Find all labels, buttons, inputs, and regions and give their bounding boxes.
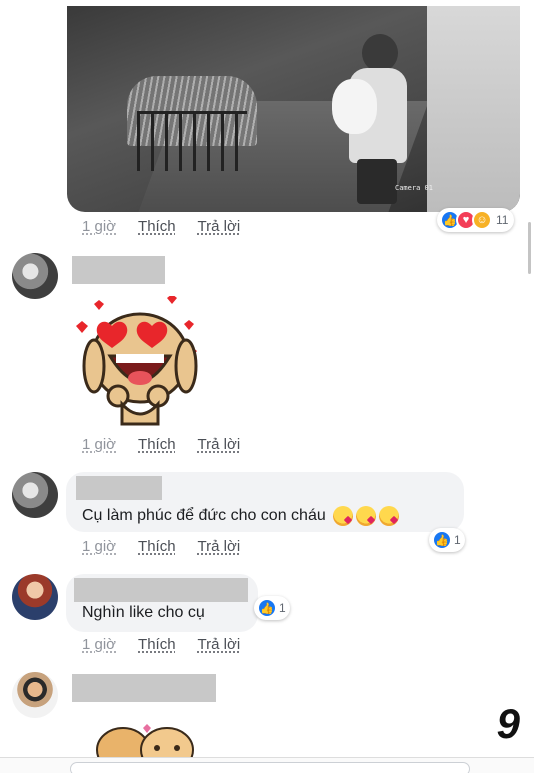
comment-actions: 1 giờ Thích Trả lời (82, 436, 262, 453)
scrollbar[interactable] (528, 222, 531, 274)
reply-link[interactable]: Trả lời (198, 436, 241, 453)
comment-text: Cụ làm phúc để đức cho con cháu (82, 506, 400, 526)
sticker-image[interactable] (72, 294, 202, 426)
kiss-emoji-icon (356, 506, 377, 526)
time-link[interactable]: 1 giờ (82, 218, 116, 235)
avatar[interactable] (12, 472, 58, 518)
post-actions: 1 giờ Thích Trả lời (82, 218, 262, 235)
comment-reactions[interactable]: 👍 1 (429, 528, 465, 552)
comment-input[interactable] (70, 762, 470, 773)
redacted-name[interactable] (76, 476, 162, 500)
redacted-name[interactable] (72, 256, 165, 284)
like-link[interactable]: Thích (138, 538, 176, 555)
comment-text: Nghìn like cho cụ (82, 604, 205, 621)
like-icon: 👍 (257, 598, 277, 618)
sticker-image[interactable] (95, 722, 195, 757)
redacted-name[interactable] (74, 578, 248, 602)
camera-label: Camera 01 (395, 184, 433, 192)
kiss-emoji-icon (333, 506, 354, 526)
time-link[interactable]: 1 giờ (82, 538, 116, 555)
haha-icon: ☺ (472, 210, 492, 230)
comment-reactions[interactable]: 👍 1 (254, 596, 290, 620)
cctv-photo[interactable]: Camera 01 (67, 6, 520, 212)
avatar[interactable] (12, 574, 58, 620)
redacted-name[interactable] (72, 674, 216, 702)
comment-actions: 1 giờ Thích Trả lời (82, 636, 262, 653)
reply-link[interactable]: Trả lời (198, 218, 241, 235)
like-link[interactable]: Thích (138, 218, 176, 235)
avatar[interactable] (12, 253, 58, 299)
comment-text-content: Cụ làm phúc để đức cho con cháu (82, 507, 326, 525)
comment-actions: 1 giờ Thích Trả lời (82, 538, 262, 555)
kiss-emoji-icon (379, 506, 400, 526)
comment-bubble: Nghìn like cho cụ (66, 574, 258, 632)
time-link[interactable]: 1 giờ (82, 436, 116, 453)
reply-link[interactable]: Trả lời (198, 538, 241, 555)
avatar[interactable] (12, 672, 58, 718)
reaction-count: 1 (454, 533, 461, 547)
comment-bubble: Cụ làm phúc để đức cho con cháu (66, 472, 464, 532)
page-number: 9 (496, 700, 520, 747)
time-link[interactable]: 1 giờ (82, 636, 116, 653)
reply-link[interactable]: Trả lời (198, 636, 241, 653)
like-link[interactable]: Thích (138, 436, 176, 453)
reaction-count: 1 (279, 601, 286, 615)
like-icon: 👍 (432, 530, 452, 550)
reaction-count: 11 (496, 213, 509, 227)
like-link[interactable]: Thích (138, 636, 176, 653)
post-reactions[interactable]: 👍 ♥ ☺ 11 (437, 208, 515, 232)
